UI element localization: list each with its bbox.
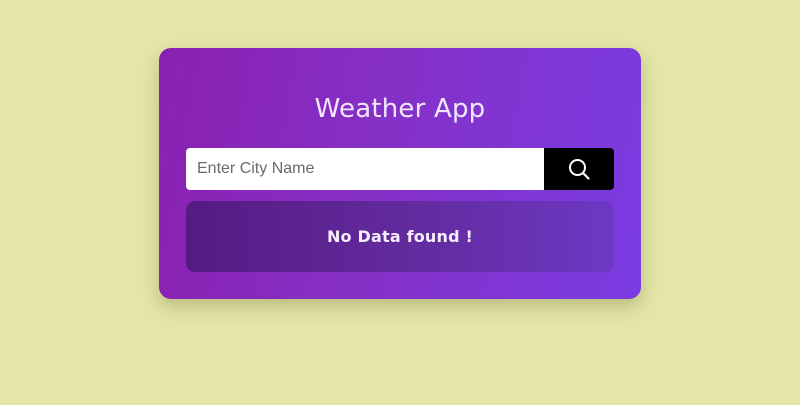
weather-card: Weather App No Data found ! <box>159 48 641 299</box>
no-data-message: No Data found ! <box>326 227 474 246</box>
city-search-input[interactable] <box>186 148 544 190</box>
app-title: Weather App <box>314 94 486 124</box>
weather-result-panel: No Data found ! <box>186 201 614 272</box>
search-icon <box>567 157 591 181</box>
search-bar <box>186 148 614 190</box>
search-button[interactable] <box>544 148 614 190</box>
